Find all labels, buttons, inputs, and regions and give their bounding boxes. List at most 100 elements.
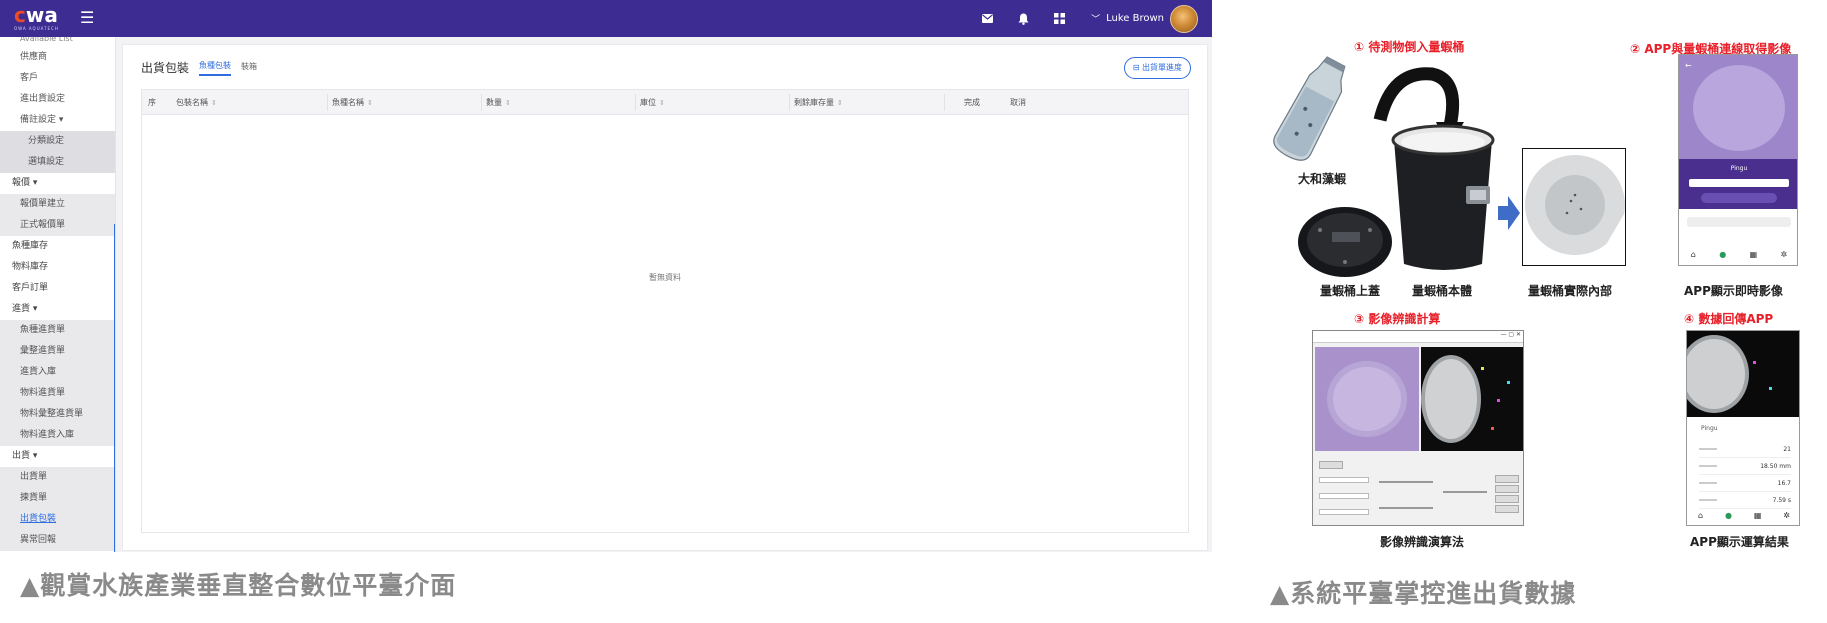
- column-header-quantity[interactable]: 數量 ⇕: [486, 90, 511, 115]
- sidebar-list: 供應商 客戶 進出貨設定 備註設定 ▾ 分類設定 選填設定 報價 ▾ 報價單建立 正式報價單 魚種…: [0, 47, 115, 551]
- sidebar-item[interactable]: 報價 ▾: [0, 173, 115, 194]
- app-live-label: APP顯示即時影像: [1684, 284, 1783, 298]
- user-menu[interactable]: ﹀ Luke Brown: [1091, 4, 1198, 33]
- sidebar-item[interactable]: 異常回報: [0, 530, 115, 551]
- result-row-marker: [1699, 482, 1717, 484]
- bucket-inside-photo: [1522, 148, 1626, 266]
- column-divider: [789, 94, 790, 111]
- window-controls-icon[interactable]: — ▢ ✕: [1500, 331, 1521, 338]
- sidebar-item[interactable]: 供應商: [0, 47, 115, 68]
- algorithm-button[interactable]: [1495, 495, 1519, 503]
- web-app-screenshot: cwa OWA AQUATECH ☰ ﹀ Luke Brown Availabl…: [0, 0, 1212, 552]
- gear-icon[interactable]: ✲: [1781, 250, 1788, 259]
- sidebar-item-partial[interactable]: Available List: [0, 37, 115, 47]
- sidebar-item[interactable]: 魚種庫存: [0, 236, 115, 257]
- algorithm-slider[interactable]: [1443, 491, 1487, 493]
- result-list: 21 18.50 mm 16.7 7.59 s: [1699, 441, 1791, 509]
- app-start-button[interactable]: [1701, 193, 1777, 203]
- home-icon[interactable]: ⌂: [1691, 250, 1696, 259]
- sidebar-scrollbar[interactable]: [114, 224, 115, 552]
- back-arrow-icon[interactable]: ←: [1685, 61, 1692, 70]
- bucket-body-label: 量蝦桶本體: [1412, 284, 1473, 298]
- home-icon[interactable]: ⌂: [1698, 511, 1703, 520]
- algorithm-field[interactable]: [1319, 477, 1369, 483]
- sidebar-item[interactable]: 分類設定: [0, 131, 115, 152]
- sort-icon: ⇕: [367, 99, 373, 107]
- sidebar-item[interactable]: 彙整進貨單: [0, 341, 115, 362]
- sidebar-item[interactable]: 報價單建立: [0, 194, 115, 215]
- algorithm-field[interactable]: [1319, 509, 1369, 515]
- shipment-progress-button[interactable]: ⊟ 出貨單進度: [1123, 57, 1191, 79]
- column-divider: [327, 94, 328, 111]
- result-value: 7.59 s: [1772, 496, 1791, 504]
- column-header-remaining-stock[interactable]: 剩餘庫存量 ⇕: [794, 90, 843, 115]
- app-select[interactable]: [1689, 179, 1789, 187]
- sidebar-item[interactable]: 正式報價單: [0, 215, 115, 236]
- figure-root: cwa OWA AQUATECH ☰ ﹀ Luke Brown Availabl…: [0, 0, 1827, 623]
- column-header-cancel: 取消: [1010, 98, 1026, 107]
- brand-logo[interactable]: cwa OWA AQUATECH: [14, 5, 59, 31]
- app-option-bar[interactable]: [1687, 217, 1791, 227]
- tab-fish-packaging[interactable]: 魚種包裝: [199, 60, 232, 76]
- column-header-done: 完成: [964, 98, 980, 107]
- algorithm-button[interactable]: [1319, 461, 1343, 469]
- sidebar-item[interactable]: 揀貨單: [0, 488, 115, 509]
- step-4-title: ④ 數據回傳APP: [1684, 312, 1774, 326]
- sidebar-item[interactable]: 出貨 ▾: [0, 446, 115, 467]
- menu-toggle-icon[interactable]: ☰: [80, 8, 96, 28]
- app-bottom-nav: ⌂ ● ▦ ✲: [1679, 243, 1797, 265]
- bucket-body-image: [1391, 124, 1495, 270]
- calendar-icon[interactable]: ▦: [1750, 250, 1758, 259]
- tab-boxing[interactable]: 裝箱: [241, 61, 257, 75]
- sidebar-item[interactable]: 物料庫存: [0, 257, 115, 278]
- column-divider: [944, 94, 945, 111]
- sidebar-item[interactable]: 選填設定: [0, 152, 115, 173]
- topbar-actions: ﹀ Luke Brown: [969, 0, 1198, 37]
- algorithm-field[interactable]: [1319, 493, 1369, 499]
- algorithm-slider[interactable]: [1379, 481, 1433, 483]
- mail-icon[interactable]: [969, 0, 1005, 37]
- algorithm-button[interactable]: [1495, 485, 1519, 493]
- sidebar-item[interactable]: 物料進貨入庫: [0, 425, 115, 446]
- progress-icon: ⊟: [1132, 63, 1142, 72]
- sidebar-item[interactable]: 魚種進貨單: [0, 320, 115, 341]
- algorithm-button[interactable]: [1495, 475, 1519, 483]
- column-header-fish-name[interactable]: 魚種名稱 ⇕: [332, 90, 373, 115]
- sidebar-item[interactable]: 客戶: [0, 68, 115, 89]
- sidebar-item[interactable]: 進貨 ▾: [0, 299, 115, 320]
- camera-icon[interactable]: ●: [1725, 511, 1732, 520]
- algorithm-button[interactable]: [1495, 505, 1519, 513]
- algorithm-slider[interactable]: [1379, 507, 1433, 509]
- bell-icon[interactable]: [1005, 0, 1041, 37]
- sort-icon: ⇕: [837, 99, 843, 107]
- result-row-marker: [1699, 499, 1717, 501]
- sidebar-item[interactable]: 物料進貨單: [0, 383, 115, 404]
- calendar-icon[interactable]: ▦: [1754, 511, 1762, 520]
- sidebar-item[interactable]: 備註設定 ▾: [0, 110, 115, 131]
- sidebar-item[interactable]: 進出貨設定: [0, 89, 115, 110]
- column-header-package-name[interactable]: 包裝名稱 ⇕: [176, 90, 217, 115]
- sidebar-item[interactable]: 物料彙整進貨單: [0, 404, 115, 425]
- sidebar-item[interactable]: 出貨單: [0, 467, 115, 488]
- sidebar-item[interactable]: 客戶訂單: [0, 278, 115, 299]
- camera-icon[interactable]: ●: [1719, 250, 1726, 259]
- gear-icon[interactable]: ✲: [1783, 511, 1790, 520]
- algorithm-label: 影像辨識演算法: [1380, 535, 1465, 549]
- table-header: 序 包裝名稱 ⇕ 魚種名稱 ⇕ 數量 ⇕ 庫位 ⇕ 剩餘庫存量 ⇕ 完成 取消: [142, 90, 1188, 115]
- column-header-location[interactable]: 庫位 ⇕: [640, 90, 665, 115]
- result-value: 21: [1783, 445, 1791, 453]
- column-divider: [481, 94, 482, 111]
- result-value: 16.7: [1777, 479, 1791, 487]
- avatar[interactable]: [1170, 4, 1198, 33]
- sidebar-item[interactable]: 出貨包裝: [0, 509, 115, 530]
- panel-header: 出貨包裝 魚種包裝 裝箱: [141, 59, 257, 76]
- result-row: 18.50 mm: [1699, 458, 1791, 475]
- app-result-label: APP顯示運算結果: [1690, 535, 1789, 549]
- sidebar-item[interactable]: 進貨入庫: [0, 362, 115, 383]
- algorithm-input-image: [1315, 347, 1419, 451]
- logo-wordmark: cwa: [14, 3, 58, 27]
- app-result-phone: Pingu 21 18.50 mm 16.7 7.59 s ⌂ ● ▦ ✲: [1686, 330, 1800, 526]
- main-panel: 出貨包裝 魚種包裝 裝箱 ⊟ 出貨單進度 序 包裝名稱 ⇕ 魚種名稱 ⇕ 數量 ⇕ 庫…: [122, 44, 1208, 551]
- apps-grid-icon[interactable]: [1041, 0, 1077, 37]
- blue-arrow-icon: [1498, 196, 1520, 230]
